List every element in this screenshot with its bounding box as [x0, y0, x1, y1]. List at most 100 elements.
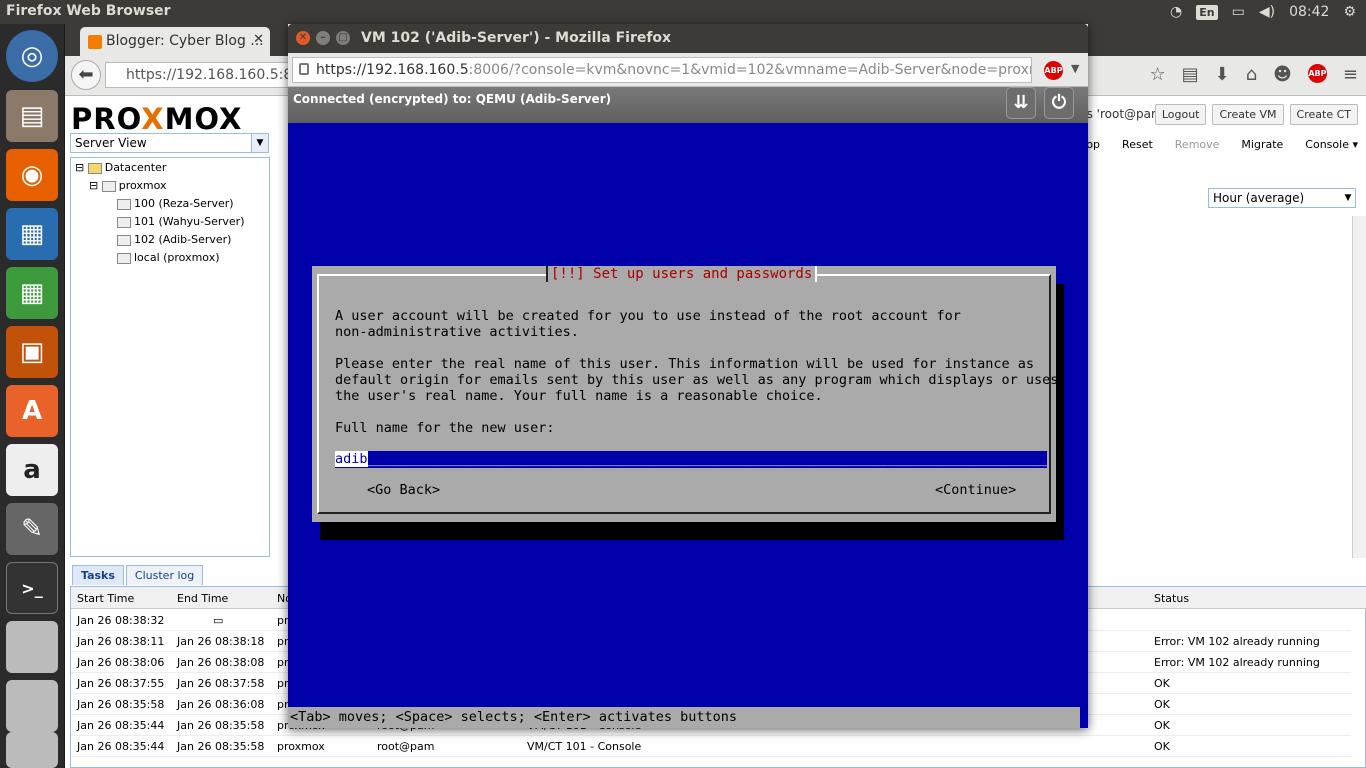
- cell-start: Jan 26 08:38:32: [77, 614, 165, 627]
- star-icon[interactable]: ☆: [1149, 64, 1165, 85]
- monitor-icon: ▭: [213, 614, 224, 627]
- gear-icon[interactable]: ⚙: [1343, 4, 1356, 20]
- close-window-icon[interactable]: ✕: [296, 31, 310, 45]
- close-tab-icon[interactable]: ✕: [253, 32, 264, 47]
- window-titlebar: ✕ – □ VM 102 ('Adib-Server') - Mozilla F…: [288, 24, 1088, 53]
- power-icon[interactable]: ⏻: [1044, 87, 1074, 119]
- tree-vm-102[interactable]: 102 (Adib-Server): [117, 233, 231, 246]
- drive-icon[interactable]: [6, 732, 58, 768]
- console-nav-bar: https://192.168.160.5:8006/?console=kvm&…: [288, 53, 1088, 87]
- adblock-icon[interactable]: ABP: [1044, 61, 1063, 80]
- keyboard-help-bar: <Tab> moves; <Space> selects; <Enter> ac…: [288, 707, 1080, 728]
- firefox-icon[interactable]: ◉: [6, 149, 58, 201]
- chevron-down-icon[interactable]: ▼: [251, 134, 268, 152]
- monitor-icon: [117, 216, 131, 228]
- volume-icon[interactable]: ◀): [1259, 4, 1275, 20]
- server-view-select[interactable]: Server View ▼: [70, 133, 269, 153]
- wifi-icon[interactable]: ◔: [1170, 4, 1182, 20]
- field-label: Full name for the new user:: [335, 420, 555, 436]
- lock-icon: [299, 63, 309, 75]
- cell-status: OK: [1154, 719, 1170, 732]
- continue-button[interactable]: <Continue>: [935, 482, 1016, 498]
- console-button[interactable]: Console ▾: [1305, 138, 1358, 151]
- amazon-icon[interactable]: a: [6, 444, 58, 496]
- clock[interactable]: 08:42: [1289, 4, 1329, 20]
- console-firefox-window: ✕ – □ VM 102 ('Adib-Server') - Mozilla F…: [288, 24, 1088, 728]
- reset-button[interactable]: Reset: [1122, 138, 1153, 151]
- vm-console-screen[interactable]: A user account will be created for you t…: [288, 123, 1088, 728]
- software-center-icon[interactable]: A: [6, 385, 58, 437]
- tree-storage[interactable]: local (proxmox): [117, 251, 220, 264]
- remove-button[interactable]: Remove: [1175, 138, 1220, 151]
- terminal-icon[interactable]: >_: [6, 562, 58, 614]
- download-icon[interactable]: ⬇: [1215, 64, 1230, 85]
- tab-tasks[interactable]: Tasks: [72, 565, 124, 585]
- create-vm-button[interactable]: Create VM: [1212, 104, 1284, 125]
- tab-cluster-log[interactable]: Cluster log: [125, 565, 204, 585]
- drive-icon[interactable]: [6, 680, 58, 732]
- timeframe-select[interactable]: Hour (average) ▼: [1208, 188, 1356, 208]
- cell-start: Jan 26 08:35:58: [77, 698, 165, 711]
- cell-end: Jan 26 08:38:08: [177, 656, 265, 669]
- calc-icon[interactable]: ▦: [6, 267, 58, 319]
- cell-user: root@pam: [377, 740, 435, 753]
- novnc-status-bar: Connected (encrypted) to: QEMU (Adib-Ser…: [288, 87, 1088, 123]
- col-end-time[interactable]: End Time: [177, 592, 228, 605]
- tree-vm-100[interactable]: 100 (Reza-Server): [117, 197, 234, 210]
- minimize-window-icon[interactable]: –: [316, 31, 330, 45]
- folder-icon: [87, 162, 102, 174]
- go-back-button[interactable]: <Go Back>: [367, 482, 440, 498]
- table-row[interactable]: Jan 26 08:35:44 Jan 26 08:35:58 proxmox roo…: [71, 736, 1351, 757]
- writer-icon[interactable]: ▦: [6, 208, 58, 260]
- storage-icon: [117, 252, 131, 264]
- blogger-icon: [88, 35, 102, 49]
- cell-start: Jan 26 08:35:44: [77, 740, 165, 753]
- connection-status: Connected (encrypted) to: QEMU (Adib-Ser…: [293, 92, 612, 106]
- field-fill: ________________________________________…: [367, 451, 1047, 467]
- col-start-time[interactable]: Start Time: [77, 592, 134, 605]
- drive-icon[interactable]: [6, 621, 58, 673]
- col-status[interactable]: Status: [1154, 592, 1189, 605]
- scrollbar[interactable]: [1352, 216, 1366, 558]
- menu-icon[interactable]: ≡: [1343, 64, 1358, 85]
- server-icon: [101, 180, 116, 192]
- proxmox-logo: PROXMOX: [71, 102, 243, 136]
- send-keys-icon[interactable]: ⇊: [1006, 87, 1036, 119]
- home-icon[interactable]: ⌂: [1246, 64, 1257, 85]
- migrate-button[interactable]: Migrate: [1241, 138, 1283, 151]
- maximize-window-icon[interactable]: □: [336, 31, 350, 45]
- tree-vm-101[interactable]: 101 (Wahyu-Server): [117, 215, 244, 228]
- logout-button[interactable]: Logout: [1154, 104, 1207, 125]
- tree-node[interactable]: ⊟ proxmox: [89, 179, 167, 192]
- create-ct-button[interactable]: Create CT: [1289, 104, 1358, 125]
- dash-icon[interactable]: ◎: [6, 30, 58, 82]
- cell-status: OK: [1154, 740, 1170, 753]
- reading-list-icon[interactable]: ▤: [1182, 64, 1199, 85]
- cell-node: proxmox: [277, 740, 325, 753]
- dialog-text: the user's real name. Your full name is …: [335, 388, 823, 404]
- dialog-text: Please enter the real name of this user.…: [335, 356, 1034, 372]
- url-bar[interactable]: https://192.168.160.5:80: [105, 62, 305, 88]
- console-url-bar[interactable]: https://192.168.160.5:8006/?console=kvm&…: [292, 57, 1032, 83]
- back-button[interactable]: ⬅: [71, 60, 101, 90]
- system-tray: ◔ En ▭ ◀) 08:42 ⚙: [1170, 0, 1366, 24]
- window-title: VM 102 ('Adib-Server') - Mozilla Firefox: [361, 30, 672, 46]
- impress-icon[interactable]: ▣: [6, 326, 58, 378]
- logged-in-user: as 'root@pam': [1079, 107, 1166, 121]
- header-buttons: Logout Create VM Create CT: [1154, 104, 1358, 125]
- full-name-input[interactable]: adib____________________________________…: [335, 451, 1047, 468]
- tree-datacenter[interactable]: ⊟ Datacenter: [75, 161, 166, 174]
- active-app-title: Firefox Web Browser: [6, 3, 171, 19]
- dialog-text: non-administrative activities.: [335, 324, 579, 340]
- dialog-text: default origin for emails sent by this u…: [335, 372, 1059, 388]
- dialog-frame: A user account will be created for you t…: [317, 274, 1058, 514]
- files-icon[interactable]: ▤: [6, 90, 58, 142]
- chevron-down-icon[interactable]: ▼: [1071, 62, 1079, 75]
- keyboard-layout-indicator[interactable]: En: [1196, 4, 1218, 20]
- tab-blogger[interactable]: Blogger: Cyber Blog ... ✕: [80, 27, 270, 56]
- battery-icon[interactable]: ▭: [1232, 4, 1245, 20]
- settings-icon[interactable]: ✎: [6, 503, 58, 555]
- chat-icon[interactable]: ☻: [1273, 64, 1292, 85]
- chevron-down-icon[interactable]: ▼: [1341, 189, 1355, 207]
- adblock-icon[interactable]: ABP: [1307, 64, 1327, 83]
